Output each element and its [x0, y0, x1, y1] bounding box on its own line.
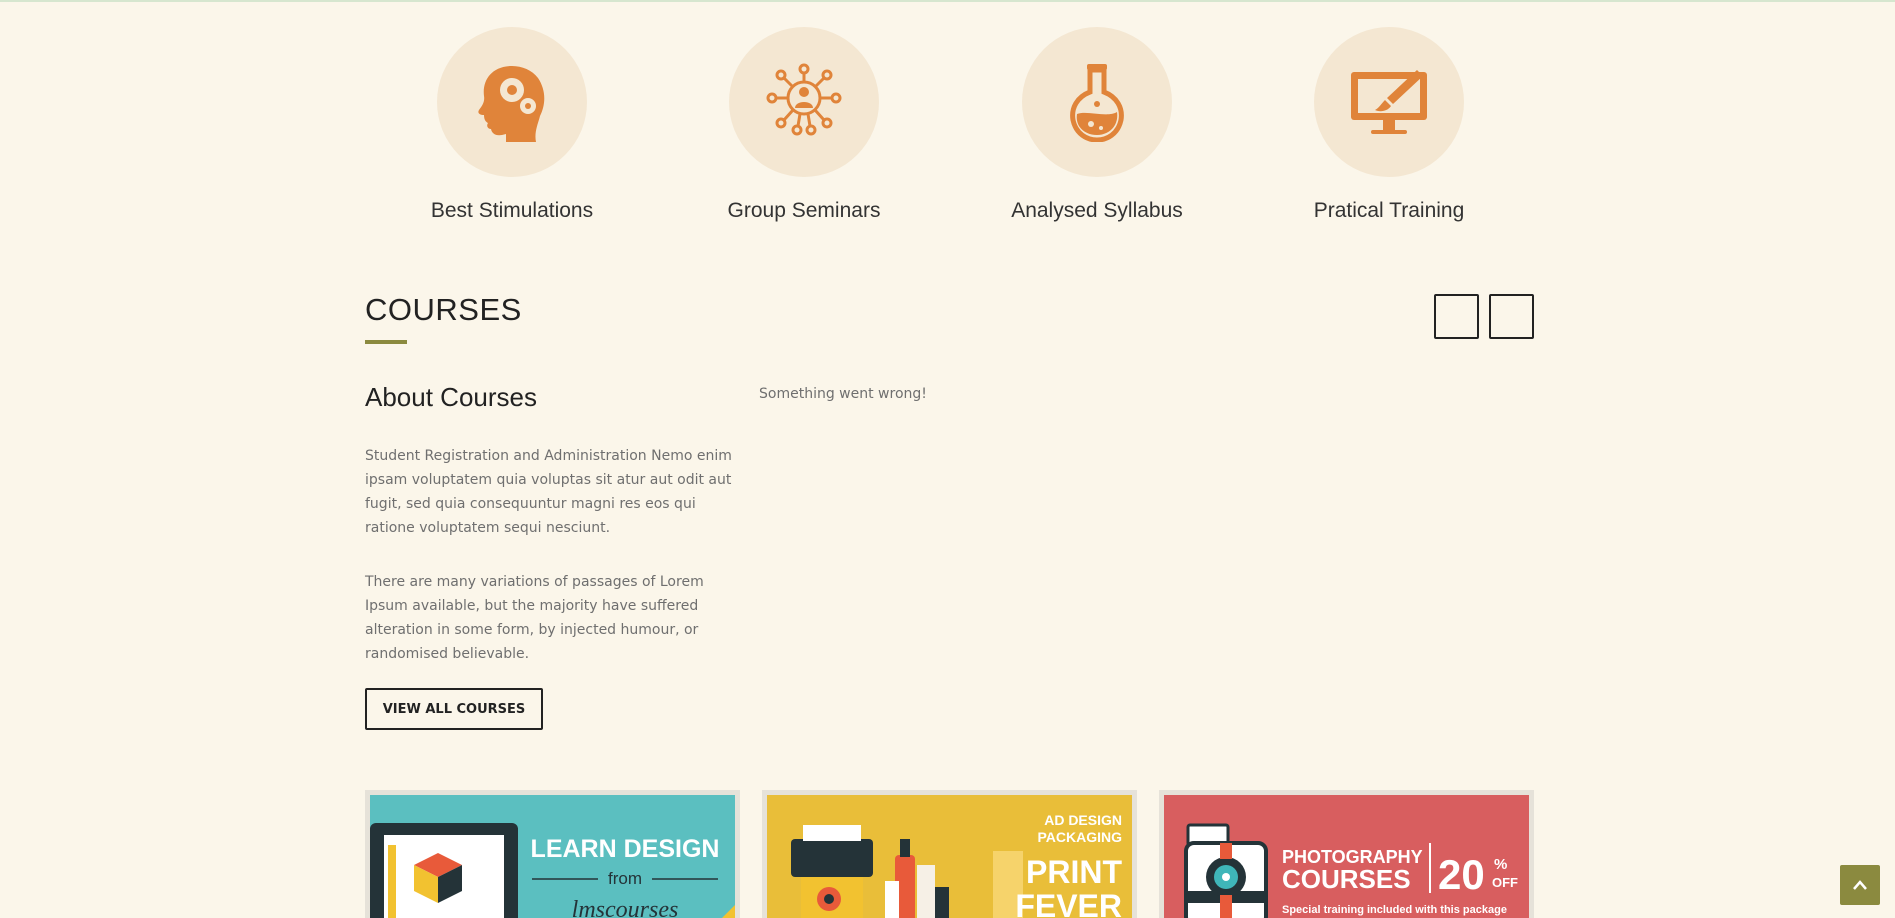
top-divider — [0, 0, 1895, 2]
chevron-up-icon — [1853, 880, 1867, 890]
feature-pratical-training[interactable]: Pratical Training — [1289, 27, 1489, 223]
photography-banner: PHOTOGRAPHY COURSES 20 % OFF Special tra… — [1184, 823, 1518, 918]
card-line1: AD DESIGN — [1044, 812, 1122, 828]
about-paragraph-1: Student Registration and Administration … — [365, 448, 732, 536]
course-card-image: LEARN DESIGN from lmscourses — [370, 795, 735, 918]
view-all-courses-button[interactable]: VIEW ALL COURSES — [365, 688, 543, 730]
about-courses: About Courses Student Registration and A… — [365, 382, 735, 730]
feature-group-seminars[interactable]: Group Seminars — [704, 27, 904, 223]
scroll-to-top-button[interactable] — [1840, 865, 1880, 905]
feature-icon-circle — [729, 27, 879, 177]
flask-icon — [1070, 64, 1124, 142]
brain-head-icon — [478, 66, 545, 142]
feature-icon-circle — [1314, 27, 1464, 177]
monitor-brush-icon — [1351, 70, 1427, 134]
feature-title: Pratical Training — [1313, 199, 1465, 222]
about-paragraph-2: There are many variations of passages of… — [365, 574, 704, 662]
card-line4: FEVER — [1015, 888, 1122, 918]
network-people-icon — [766, 63, 842, 136]
features-row: Best Stimulations Group Seminars Analyse… — [365, 27, 1535, 227]
learn-design-banner: LEARN DESIGN from lmscourses — [370, 823, 735, 918]
card-line2: PACKAGING — [1037, 829, 1122, 845]
card-line3: PRINT — [1026, 854, 1122, 890]
card-line1: LEARN DESIGN — [531, 835, 720, 863]
card-percent: % — [1494, 856, 1507, 873]
carousel-next-button[interactable] — [1489, 294, 1534, 339]
course-card-image: PHOTOGRAPHY COURSES 20 % OFF Special tra… — [1164, 795, 1529, 918]
course-card-image: AD DESIGN PACKAGING PRINT FEVER — [767, 795, 1132, 918]
print-fever-banner: AD DESIGN PACKAGING PRINT FEVER — [791, 812, 1122, 918]
card-tagline: Special training included with this pack… — [1282, 904, 1507, 916]
heading-underline — [365, 340, 407, 344]
course-card-print-fever[interactable]: AD DESIGN PACKAGING PRINT FEVER — [762, 790, 1137, 918]
about-courses-title: About Courses — [365, 382, 537, 412]
course-card-photography[interactable]: PHOTOGRAPHY COURSES 20 % OFF Special tra… — [1159, 790, 1534, 918]
card-line3: lmscourses — [572, 897, 679, 918]
error-message: Something went wrong! — [759, 386, 927, 402]
feature-icon-circle — [437, 27, 587, 177]
card-discount: 20 — [1438, 851, 1485, 898]
courses-heading: COURSES — [365, 292, 522, 327]
feature-title: Group Seminars — [727, 199, 881, 222]
card-off: OFF — [1492, 875, 1518, 890]
courses-section-header: COURSES — [365, 292, 522, 344]
feature-title: Best Stimulations — [430, 199, 594, 222]
carousel-prev-button[interactable] — [1434, 294, 1479, 339]
feature-title: Analysed Syllabus — [1011, 199, 1183, 222]
feature-analysed-syllabus[interactable]: Analysed Syllabus — [997, 27, 1197, 223]
course-card-learn-design[interactable]: LEARN DESIGN from lmscourses — [365, 790, 740, 918]
card-line2: from — [608, 869, 642, 888]
card-line2: COURSES — [1282, 864, 1411, 894]
feature-best-stimulations[interactable]: Best Stimulations — [412, 27, 612, 223]
feature-icon-circle — [1022, 27, 1172, 177]
